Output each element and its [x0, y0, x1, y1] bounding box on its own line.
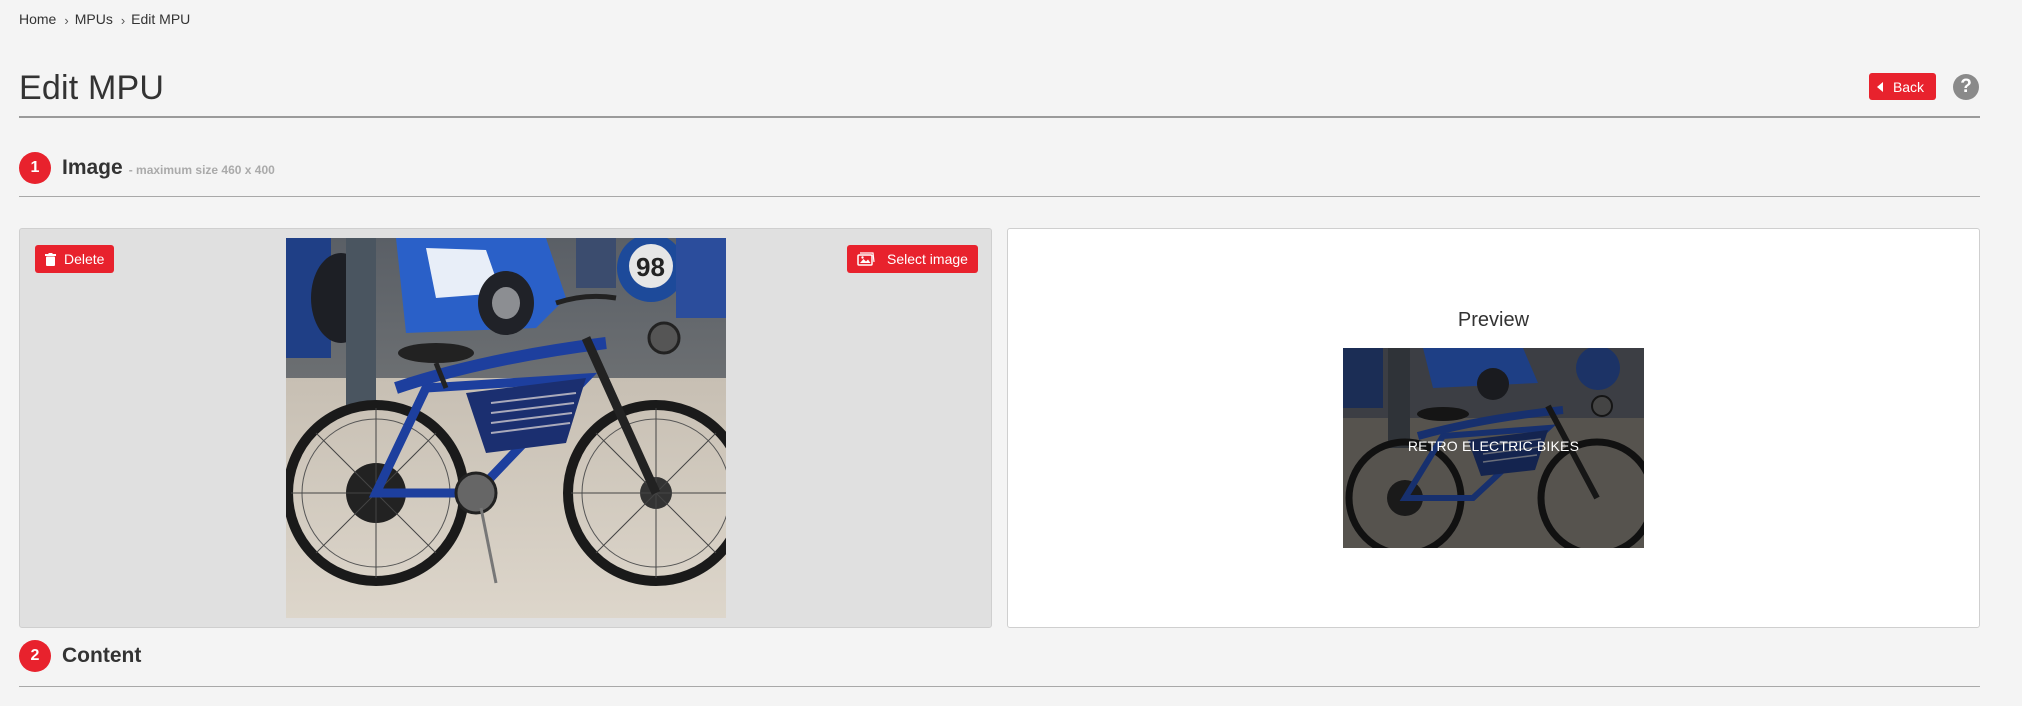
breadcrumb-separator: ›: [120, 12, 126, 28]
section-image-subtitle: - maximum size 460 x 400: [128, 163, 275, 177]
section-content-title: Content: [62, 644, 142, 667]
step-number-1: 1: [19, 152, 51, 184]
triangle-left-icon: [1876, 81, 1883, 92]
breadcrumb-separator: ›: [64, 12, 69, 28]
section-content-header: 2 Content: [19, 640, 141, 672]
help-icon[interactable]: ?: [1953, 74, 1979, 100]
breadcrumb-current: Edit MPU: [131, 11, 191, 27]
delete-image-label: Delete: [64, 251, 105, 267]
section-image-divider: [19, 196, 1980, 197]
image-icon: [857, 252, 875, 266]
preview-title: Preview: [1457, 309, 1530, 331]
breadcrumb-mpus[interactable]: MPUs: [75, 11, 113, 27]
section-image-title: Image: [62, 156, 123, 179]
select-image-label: Select image: [887, 251, 968, 267]
svg-text:98: 98: [636, 252, 665, 282]
breadcrumb: Home › MPUs › Edit MPU: [19, 11, 191, 28]
section-content-divider: [19, 686, 1980, 687]
page-title: Edit MPU: [19, 69, 165, 107]
image-upload-panel: Delete 98 Select image: [19, 228, 992, 628]
trash-icon: [45, 252, 56, 266]
step-number-2: 2: [19, 640, 51, 672]
preview-panel: Preview RETRO ELECTRIC BIKES: [1007, 228, 1980, 628]
delete-image-button[interactable]: Delete: [35, 245, 115, 273]
preview-overlay-text: RETRO ELECTRIC BIKES: [1407, 438, 1580, 454]
uploaded-bike-image: 98: [286, 238, 726, 618]
title-divider: [19, 116, 1980, 118]
back-button[interactable]: Back: [1869, 73, 1936, 100]
section-image-header: 1 Image - maximum size 460 x 400: [19, 152, 275, 184]
back-button-label: Back: [1892, 78, 1925, 95]
select-image-button[interactable]: Select image: [847, 245, 978, 273]
breadcrumb-home[interactable]: Home: [19, 11, 56, 27]
